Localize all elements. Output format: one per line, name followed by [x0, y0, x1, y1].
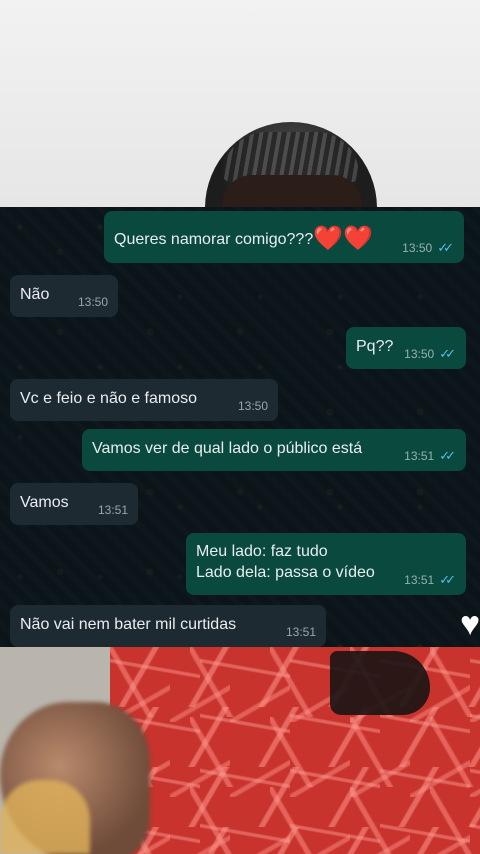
message-meta: 13:50 [78, 292, 108, 312]
message-text: Vamos ver de qual lado o público está [92, 440, 363, 457]
message-time: 13:50 [237, 399, 268, 413]
message-bubble-incoming: Não vai nem bater mil curtidas 13:51 [10, 605, 326, 647]
message-meta: 13:50 ✓✓ [404, 344, 456, 364]
message-bubble-outgoing: Pq?? 13:50 ✓✓ [346, 327, 466, 369]
message-text-line-2: Lado dela: passa o vídeo [196, 564, 375, 581]
chat-screenshot: Queres namorar comigo???❤️❤️ 13:50 ✓✓ Nã… [0, 207, 480, 647]
message-bubble-outgoing: Vamos ver de qual lado o público está 13… [82, 429, 466, 471]
message-text: Pq?? [356, 338, 394, 355]
message-text: Vamos [20, 494, 69, 511]
message-time: 13:51 [404, 449, 435, 463]
message-time: 13:51 [97, 503, 128, 517]
message-time: 13:50 [77, 295, 108, 309]
read-receipt-icon: ✓✓ [439, 448, 456, 463]
read-receipt-icon: ✓✓ [439, 572, 456, 587]
message-text: Não vai nem bater mil curtidas [20, 616, 237, 633]
message-time: 13:51 [404, 573, 435, 587]
read-receipt-icon: ✓✓ [437, 240, 454, 255]
message-meta: 13:51 [98, 500, 128, 520]
message-bubble-incoming: Vc e feio e não e famoso 13:50 [10, 379, 278, 421]
message-text: Queres namorar comigo???❤️❤️ [114, 225, 373, 252]
message-time: 13:50 [402, 241, 433, 255]
message-meta: 13:50 ✓✓ [402, 238, 454, 258]
person-hand [0, 780, 90, 854]
read-receipt-icon: ✓✓ [439, 346, 456, 361]
video-top [0, 0, 480, 207]
message-text: Vc e feio e não e famoso [20, 390, 197, 407]
message-meta: 13:51 ✓✓ [404, 570, 456, 590]
message-bubble-incoming: Vamos 13:51 [10, 483, 138, 525]
message-time: 13:50 [404, 347, 435, 361]
message-meta: 13:51 [286, 622, 316, 642]
message-bubble-outgoing: Meu lado: faz tudo Lado dela: passa o ví… [186, 533, 466, 595]
message-time: 13:51 [285, 625, 316, 639]
message-text: Não [20, 286, 50, 303]
message-bubble-incoming: Não 13:50 [10, 275, 118, 317]
person-face [222, 175, 362, 207]
message-text-line-1: Meu lado: faz tudo [196, 543, 328, 560]
message-bubble-outgoing: Queres namorar comigo???❤️❤️ 13:50 ✓✓ [104, 211, 464, 263]
message-meta: 13:51 ✓✓ [404, 446, 456, 466]
hearts-emoji: ❤️❤️ [313, 225, 373, 252]
message-meta: 13:50 [238, 396, 268, 416]
heart-icon[interactable]: ♥ [460, 606, 480, 642]
shirt-crest [330, 651, 430, 715]
